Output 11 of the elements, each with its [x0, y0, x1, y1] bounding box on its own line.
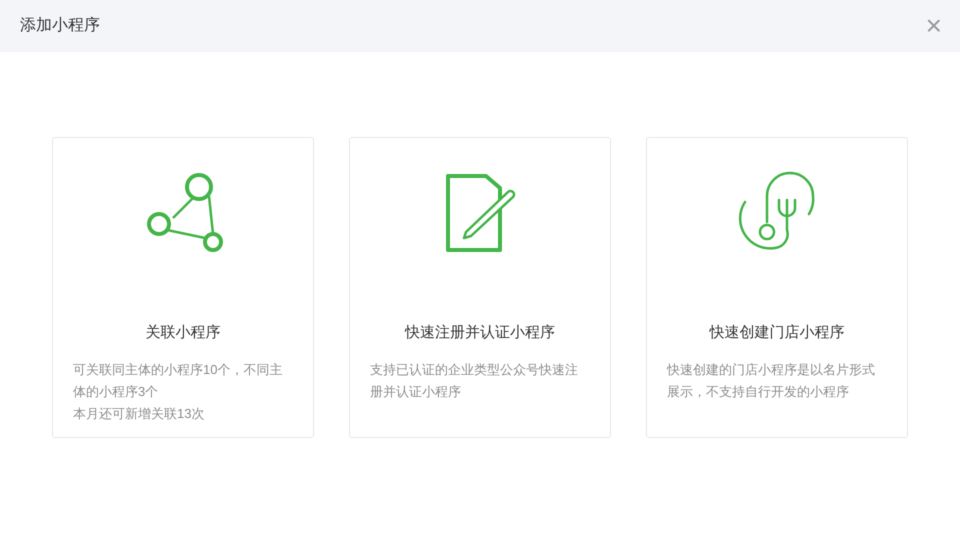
card-description: 支持已认证的企业类型公众号快速注册并认证小程序	[370, 360, 579, 400]
dialog-title: 添加小程序	[20, 16, 100, 36]
option-card[interactable]: 关联小程序 可关联同主体的小程序10个，不同主体的小程序3个 本月还可新增关联13次	[52, 137, 314, 438]
card-title: 关联小程序	[146, 323, 220, 343]
card-description: 快速创建的门店小程序是以名片形式展示，不支持自行开发的小程序	[667, 360, 876, 400]
card-description: 可关联同主体的小程序10个，不同主体的小程序3个	[73, 360, 284, 400]
card-title: 快速创建门店小程序	[710, 323, 844, 343]
option-card[interactable]: 快速注册并认证小程序 支持已认证的企业类型公众号快速注册并认证小程序	[349, 137, 611, 438]
card-title: 快速注册并认证小程序	[405, 323, 555, 343]
option-card[interactable]: 快速创建门店小程序 快速创建的门店小程序是以名片形式展示，不支持自行开发的小程序	[646, 137, 908, 438]
card-description: 本月还可新增关联13次	[73, 404, 206, 422]
